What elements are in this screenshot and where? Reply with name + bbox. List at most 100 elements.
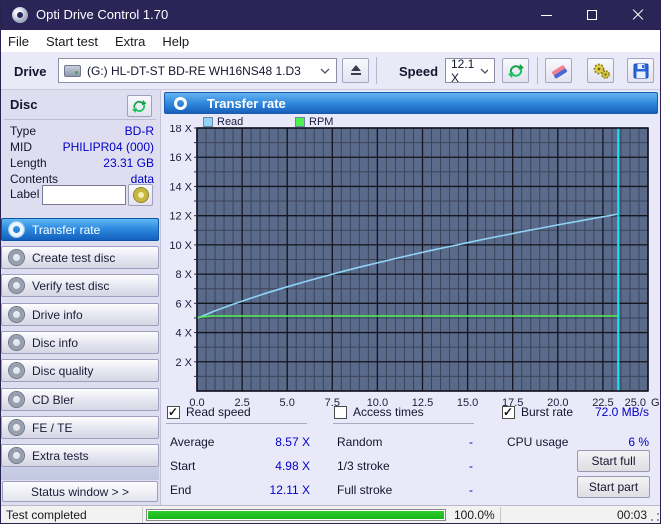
average-value: 8.57 X bbox=[221, 435, 310, 449]
sidebar-item-drive-info[interactable]: Drive info bbox=[1, 303, 159, 326]
disc-icon bbox=[9, 335, 24, 350]
access-times-group-label: Access times bbox=[353, 405, 424, 419]
menu-file[interactable]: File bbox=[8, 34, 29, 49]
disc-icon bbox=[9, 307, 24, 322]
cpu-usage-value: 6 % bbox=[582, 435, 649, 449]
y-tick-label: 4 X bbox=[175, 328, 192, 340]
start-full-button[interactable]: Start full bbox=[577, 450, 650, 472]
toolbar-separator bbox=[376, 57, 377, 84]
disc-label-button[interactable] bbox=[128, 184, 153, 206]
erase-disc-button[interactable] bbox=[545, 58, 572, 83]
sidebar-item-label: Extra tests bbox=[32, 449, 89, 463]
full-stroke-label: Full stroke bbox=[337, 483, 392, 497]
burst-rate-value: 72.0 MB/s bbox=[577, 405, 649, 419]
disc-icon bbox=[9, 222, 24, 237]
speed-select[interactable]: 12.1 X bbox=[445, 58, 495, 83]
disc-mid-label: MID bbox=[10, 140, 32, 154]
chevron-down-icon bbox=[480, 68, 488, 74]
disc-length-label: Length bbox=[10, 156, 47, 170]
elapsed-time: 00:03 bbox=[617, 508, 647, 522]
chevron-down-icon bbox=[320, 68, 330, 74]
end-label: End bbox=[170, 483, 191, 497]
disc-contents-label: Contents bbox=[10, 172, 58, 186]
y-tick-label: 16 X bbox=[169, 152, 192, 164]
start-label: Start bbox=[170, 459, 195, 473]
disc-type-row: Type BD-R bbox=[10, 124, 154, 139]
title-bar: Opti Drive Control 1.70 bbox=[0, 0, 661, 30]
statusbar-separator bbox=[500, 507, 501, 524]
sidebar-item-fe-te[interactable]: FE / TE bbox=[1, 416, 159, 439]
sidebar-item-disc-quality[interactable]: Disc quality bbox=[1, 359, 159, 382]
start-part-button[interactable]: Start part bbox=[577, 476, 650, 498]
menu-start-test[interactable]: Start test bbox=[46, 34, 98, 49]
drive-select[interactable]: (G:) HL-DT-ST BD-RE WH16NS48 1.D3 bbox=[58, 58, 337, 83]
menu-bar: File Start test Extra Help bbox=[0, 30, 661, 52]
read-speed-checkbox[interactable] bbox=[167, 406, 180, 419]
statusbar-separator bbox=[142, 507, 143, 524]
progress-percent: 100.0% bbox=[454, 508, 495, 522]
start-value: 4.98 X bbox=[221, 459, 310, 473]
eject-icon bbox=[350, 65, 362, 76]
sidebar-item-cd-bler[interactable]: CD Bler bbox=[1, 388, 159, 411]
sidebar-item-extra-tests[interactable]: Extra tests bbox=[1, 444, 159, 467]
divider bbox=[333, 423, 474, 424]
minimize-button[interactable] bbox=[523, 0, 569, 30]
one-third-stroke-value: - bbox=[401, 459, 473, 473]
disc-icon bbox=[174, 97, 187, 110]
sidebar-item-label: Drive info bbox=[32, 308, 83, 322]
toolbar-separator bbox=[537, 57, 538, 84]
one-third-stroke-label: 1/3 stroke bbox=[337, 459, 390, 473]
disc-icon bbox=[134, 188, 148, 202]
sidebar-item-label: Verify test disc bbox=[32, 279, 109, 293]
sidebar-item-create-test-disc[interactable]: Create test disc bbox=[1, 246, 159, 269]
sidebar-item-label: Transfer rate bbox=[32, 223, 100, 237]
close-button[interactable] bbox=[615, 0, 661, 30]
status-text: Test completed bbox=[6, 508, 87, 522]
disc-panel-title: Disc bbox=[10, 97, 37, 112]
resize-grip[interactable] bbox=[650, 513, 659, 522]
status-window-button[interactable]: Status window > > bbox=[2, 481, 158, 502]
refresh-icon bbox=[131, 98, 148, 115]
save-icon bbox=[632, 62, 650, 80]
maximize-button[interactable] bbox=[569, 0, 615, 30]
sidebar-item-transfer-rate[interactable]: Transfer rate bbox=[1, 218, 159, 241]
chart-header: Transfer rate bbox=[164, 92, 658, 114]
read-speed-group-label: Read speed bbox=[186, 405, 251, 419]
toolbar: Drive (G:) HL-DT-ST BD-RE WH16NS48 1.D3 … bbox=[0, 52, 661, 90]
y-tick-label: 10 X bbox=[169, 240, 192, 252]
disc-length-value: 23.31 GB bbox=[103, 156, 154, 170]
y-tick-label: 18 X bbox=[169, 125, 192, 135]
refresh-disc-button[interactable] bbox=[127, 95, 152, 117]
transfer-rate-chart: 18 X16 X14 X12 X10 X8 X6 X4 X2 X0.02.55.… bbox=[161, 125, 659, 415]
disc-icon bbox=[9, 420, 24, 435]
settings-button[interactable] bbox=[587, 58, 614, 83]
access-times-checkbox[interactable] bbox=[334, 406, 347, 419]
y-tick-label: 6 X bbox=[175, 298, 192, 310]
burst-rate-group-label: Burst rate bbox=[521, 405, 573, 419]
disc-label-input[interactable] bbox=[42, 185, 126, 205]
sidebar-item-label: CD Bler bbox=[32, 393, 74, 407]
menu-help[interactable]: Help bbox=[162, 34, 189, 49]
sidebar: Disc Type BD-R MID PHILIPR04 (000) Lengt… bbox=[0, 90, 161, 505]
disc-type-label: Type bbox=[10, 124, 36, 138]
eject-button[interactable] bbox=[342, 58, 369, 83]
speed-label: Speed bbox=[399, 64, 438, 79]
progress-bar bbox=[146, 509, 446, 521]
menu-extra[interactable]: Extra bbox=[115, 34, 145, 49]
burst-rate-checkbox[interactable] bbox=[502, 406, 515, 419]
save-button[interactable] bbox=[627, 58, 654, 83]
main-panel: Transfer rate Read speed RPM 18 X16 X14 … bbox=[161, 90, 661, 505]
disc-length-row: Length 23.31 GB bbox=[10, 156, 154, 171]
disc-mid-row: MID PHILIPR04 (000) bbox=[10, 140, 154, 155]
refresh-speeds-button[interactable] bbox=[502, 58, 529, 83]
gears-icon bbox=[591, 62, 611, 80]
close-icon bbox=[632, 9, 644, 21]
sidebar-item-disc-info[interactable]: Disc info bbox=[1, 331, 159, 354]
status-bar: Test completed 100.0% 00:03 bbox=[0, 505, 661, 524]
sidebar-item-verify-test-disc[interactable]: Verify test disc bbox=[1, 274, 159, 297]
cpu-usage-label: CPU usage bbox=[507, 435, 568, 449]
window-controls bbox=[523, 0, 661, 30]
speed-select-value: 12.1 X bbox=[451, 57, 480, 85]
disc-icon bbox=[9, 392, 24, 407]
y-tick-label: 12 X bbox=[169, 211, 192, 223]
